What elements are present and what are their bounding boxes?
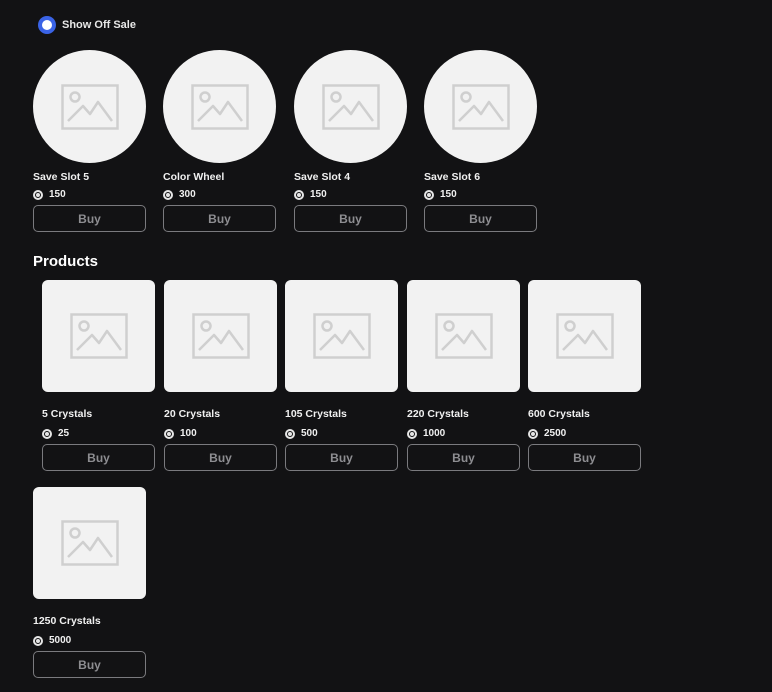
- item-thumbnail[interactable]: [163, 50, 276, 163]
- buy-button[interactable]: Buy: [33, 651, 146, 678]
- product-item: 5 Crystals 25 Buy: [42, 280, 155, 471]
- buy-button[interactable]: Buy: [163, 205, 276, 232]
- item-price: 150: [424, 189, 537, 200]
- buy-button[interactable]: Buy: [407, 444, 520, 471]
- buy-button[interactable]: Buy: [528, 444, 641, 471]
- buy-button[interactable]: Buy: [42, 444, 155, 471]
- store-page: Show Off Sale Save Slot 5 150 Buy Color …: [0, 0, 772, 692]
- item-price: 25: [42, 428, 155, 439]
- price-value: 150: [440, 189, 457, 200]
- item-name[interactable]: 5 Crystals: [42, 408, 155, 420]
- price-value: 150: [310, 189, 327, 200]
- item-thumbnail[interactable]: [424, 50, 537, 163]
- offsale-item: Save Slot 6 150 Buy: [424, 50, 537, 232]
- product-item: 20 Crystals 100 Buy: [164, 280, 277, 471]
- robux-coin-icon: [164, 428, 174, 439]
- image-placeholder-icon: [321, 83, 380, 130]
- product-item: 1250 Crystals 5000 Buy: [33, 487, 146, 678]
- buy-button[interactable]: Buy: [164, 444, 277, 471]
- radio-dot: [42, 20, 52, 30]
- item-thumbnail[interactable]: [42, 280, 155, 392]
- item-thumbnail[interactable]: [164, 280, 277, 392]
- buy-button[interactable]: Buy: [33, 205, 146, 232]
- item-name[interactable]: Color Wheel: [163, 171, 276, 183]
- item-price: 5000: [33, 635, 146, 646]
- price-value: 150: [49, 189, 66, 200]
- image-placeholder-icon: [451, 83, 510, 130]
- item-name[interactable]: 220 Crystals: [407, 408, 520, 420]
- image-placeholder-icon: [555, 313, 614, 359]
- item-name[interactable]: 105 Crystals: [285, 408, 398, 420]
- image-placeholder-icon: [312, 313, 371, 359]
- item-price: 150: [294, 189, 407, 200]
- item-thumbnail[interactable]: [528, 280, 641, 392]
- price-value: 100: [180, 428, 197, 439]
- product-item: 220 Crystals 1000 Buy: [407, 280, 520, 471]
- buy-button[interactable]: Buy: [285, 444, 398, 471]
- robux-coin-icon: [42, 428, 52, 439]
- item-price: 300: [163, 189, 276, 200]
- robux-coin-icon: [407, 428, 417, 439]
- radio-checked-icon[interactable]: [38, 16, 56, 34]
- offsale-item: Save Slot 4 150 Buy: [294, 50, 407, 232]
- price-value: 500: [301, 428, 318, 439]
- robux-coin-icon: [294, 189, 304, 200]
- image-placeholder-icon: [191, 313, 250, 359]
- item-thumbnail[interactable]: [33, 50, 146, 163]
- products-heading: Products: [33, 253, 99, 270]
- price-value: 5000: [49, 635, 72, 646]
- item-thumbnail[interactable]: [285, 280, 398, 392]
- item-name[interactable]: 1250 Crystals: [33, 615, 146, 627]
- item-name[interactable]: 20 Crystals: [164, 408, 277, 420]
- item-name[interactable]: Save Slot 4: [294, 171, 407, 183]
- item-price: 100: [164, 428, 277, 439]
- image-placeholder-icon: [60, 520, 119, 566]
- image-placeholder-icon: [60, 83, 119, 130]
- image-placeholder-icon: [190, 83, 249, 130]
- image-placeholder-icon: [69, 313, 128, 359]
- buy-button[interactable]: Buy: [424, 205, 537, 232]
- item-price: 500: [285, 428, 398, 439]
- buy-button[interactable]: Buy: [294, 205, 407, 232]
- price-value: 2500: [544, 428, 567, 439]
- item-thumbnail[interactable]: [294, 50, 407, 163]
- item-thumbnail[interactable]: [407, 280, 520, 392]
- show-off-sale-label: Show Off Sale: [62, 19, 136, 31]
- price-value: 1000: [423, 428, 446, 439]
- robux-coin-icon: [33, 635, 43, 646]
- robux-coin-icon: [163, 189, 173, 200]
- price-value: 25: [58, 428, 70, 439]
- image-placeholder-icon: [434, 313, 493, 359]
- item-name[interactable]: 600 Crystals: [528, 408, 641, 420]
- product-item: 600 Crystals 2500 Buy: [528, 280, 641, 471]
- item-name[interactable]: Save Slot 5: [33, 171, 146, 183]
- offsale-item: Save Slot 5 150 Buy: [33, 50, 146, 232]
- item-thumbnail[interactable]: [33, 487, 146, 599]
- item-name[interactable]: Save Slot 6: [424, 171, 537, 183]
- offsale-item: Color Wheel 300 Buy: [163, 50, 276, 232]
- item-price: 2500: [528, 428, 641, 439]
- robux-coin-icon: [33, 189, 43, 200]
- item-price: 1000: [407, 428, 520, 439]
- robux-coin-icon: [285, 428, 295, 439]
- robux-coin-icon: [528, 428, 538, 439]
- price-value: 300: [179, 189, 196, 200]
- robux-coin-icon: [424, 189, 434, 200]
- product-item: 105 Crystals 500 Buy: [285, 280, 398, 471]
- show-off-sale-toggle[interactable]: Show Off Sale: [38, 16, 136, 34]
- item-price: 150: [33, 189, 146, 200]
